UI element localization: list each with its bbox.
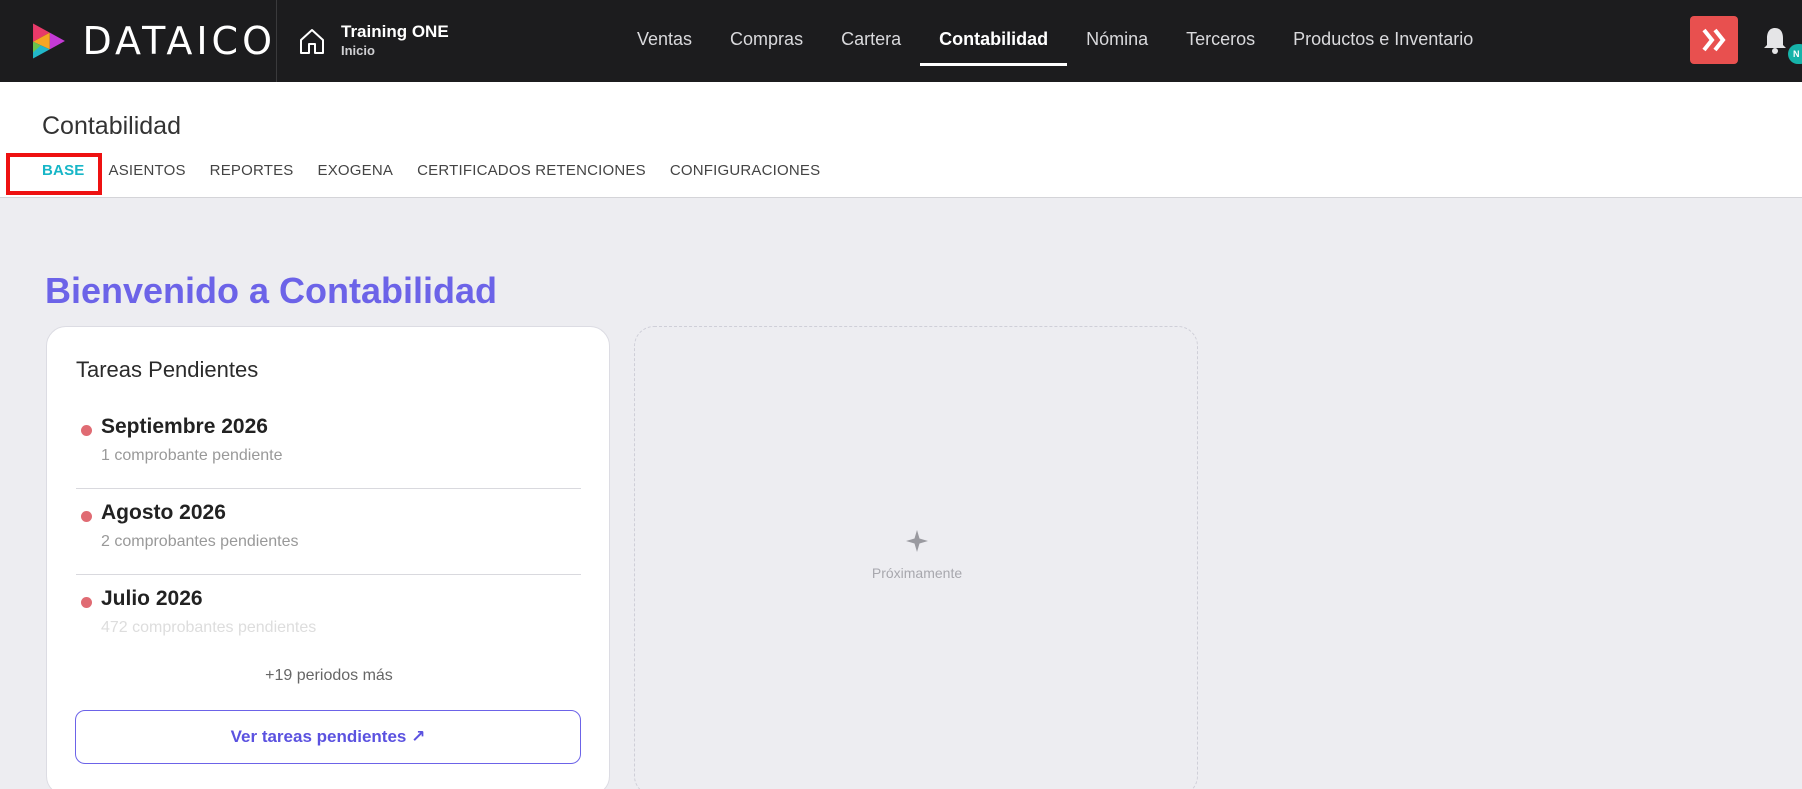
nav-item-nomina[interactable]: Nómina — [1067, 0, 1167, 82]
company-subtitle: Inicio — [341, 43, 375, 58]
task-period: Julio 2026 — [101, 587, 203, 610]
tab-asientos[interactable]: ASIENTOS — [108, 162, 185, 179]
notification-badge: N — [1788, 44, 1802, 64]
nav-item-ventas[interactable]: Ventas — [618, 0, 711, 82]
logo[interactable]: DATAICO — [0, 0, 277, 82]
status-dot-icon — [81, 425, 92, 436]
sparkle-icon — [906, 530, 928, 552]
double-chevron-icon — [1702, 28, 1726, 52]
nav-item-compras[interactable]: Compras — [711, 0, 822, 82]
status-dot-icon — [81, 597, 92, 608]
page-title: Contabilidad — [42, 112, 181, 140]
card-title: Tareas Pendientes — [76, 357, 259, 382]
task-detail: 1 comprobante pendiente — [101, 447, 283, 464]
pending-tasks-card: Tareas Pendientes Septiembre 2026 1 comp… — [46, 326, 610, 789]
nav-item-cartera[interactable]: Cartera — [822, 0, 920, 82]
coming-soon-label: Próximamente — [871, 565, 963, 581]
nav-item-productos-inventario[interactable]: Productos e Inventario — [1274, 0, 1492, 82]
welcome-heading: Bienvenido a Contabilidad — [45, 270, 498, 311]
list-item[interactable]: Julio 2026 472 comprobantes pendientes — [76, 575, 581, 661]
more-periods-text: +19 periodos más — [265, 667, 393, 684]
section-tabs: BASE ASIENTOS REPORTES EXOGENA CERTIFICA… — [42, 162, 844, 179]
section-header: Contabilidad BASE ASIENTOS REPORTES EXOG… — [0, 82, 1802, 198]
tab-exogena[interactable]: EXOGENA — [318, 162, 394, 179]
logo-text: DATAICO — [82, 19, 276, 63]
app-switcher-button[interactable] — [1690, 16, 1738, 64]
list-item[interactable]: Agosto 2026 2 comprobantes pendientes — [76, 489, 581, 575]
home-icon — [300, 29, 324, 54]
tab-reportes[interactable]: REPORTES — [210, 162, 294, 179]
view-pending-tasks-button[interactable]: Ver tareas pendientes ↗ — [75, 710, 581, 764]
company-name: Training ONE — [341, 22, 449, 41]
task-detail: 2 comprobantes pendientes — [101, 533, 299, 550]
highlight-annotation — [6, 153, 102, 195]
list-item[interactable]: Septiembre 2026 1 comprobante pendiente — [76, 403, 581, 489]
tab-configuraciones[interactable]: CONFIGURACIONES — [670, 162, 821, 179]
dataico-logo-icon — [33, 23, 65, 59]
bell-icon[interactable] — [1762, 26, 1788, 54]
company-selector[interactable]: Training ONE Inicio — [277, 0, 449, 82]
task-period: Agosto 2026 — [101, 501, 226, 524]
status-dot-icon — [81, 511, 92, 522]
nav-item-terceros[interactable]: Terceros — [1167, 0, 1274, 82]
top-navbar: DATAICO Training ONE Inicio Ventas Compr… — [0, 0, 1802, 82]
tab-certificados-retenciones[interactable]: CERTIFICADOS RETENCIONES — [417, 162, 646, 179]
task-detail: 472 comprobantes pendientes — [101, 619, 317, 636]
main-nav: Ventas Compras Cartera Contabilidad Nómi… — [618, 0, 1492, 82]
nav-item-contabilidad[interactable]: Contabilidad — [920, 0, 1068, 82]
task-period: Septiembre 2026 — [101, 415, 268, 438]
coming-soon-card: Próximamente — [634, 326, 1198, 789]
